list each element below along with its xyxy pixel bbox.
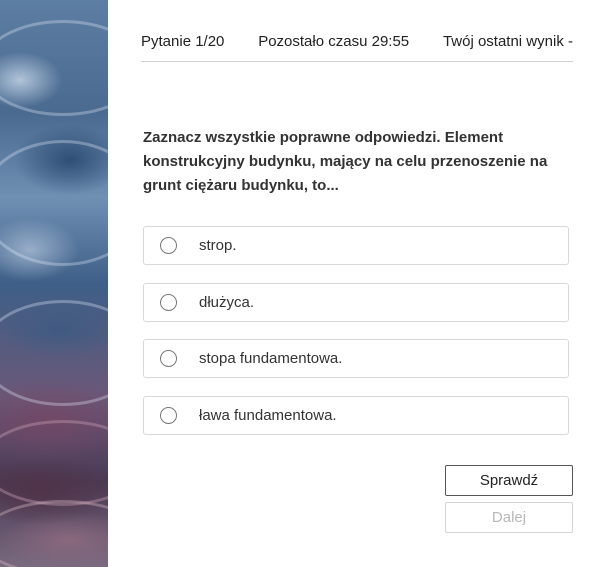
radio-circle-icon[interactable] [160,407,177,424]
answer-label: strop. [199,237,237,254]
image-texture [0,420,108,506]
image-texture [0,20,108,116]
question-counter: Pytanie 1/20 [141,33,225,50]
radio-circle-icon[interactable] [160,237,177,254]
answer-label: ława fundamentowa. [199,407,337,424]
time-remaining: Pozostało czasu 29:55 [258,33,410,50]
answer-option-3[interactable]: stopa fundamentowa. [143,339,569,378]
answer-option-1[interactable]: strop. [143,226,569,265]
radio-circle-icon[interactable] [160,294,177,311]
image-texture [0,300,108,406]
next-button[interactable]: Dalej [445,502,573,533]
answer-label: dłużyca. [199,294,255,311]
decorative-stone-image [0,0,108,567]
answer-label: stopa fundamentowa. [199,350,343,367]
question-text: Zaznacz wszystkie poprawne odpowiedzi. E… [143,129,548,194]
last-score: Twój ostatni wynik - [442,33,573,50]
radio-circle-icon[interactable] [160,350,177,367]
answer-option-4[interactable]: ława fundamentowa. [143,396,569,435]
image-texture [0,500,108,567]
image-texture [0,140,108,266]
check-button[interactable]: Sprawdź [445,465,573,496]
answer-option-2[interactable]: dłużyca. [143,283,569,322]
quiz-header: Pytanie 1/20 Pozostało czasu 29:55 Twój … [141,33,573,62]
